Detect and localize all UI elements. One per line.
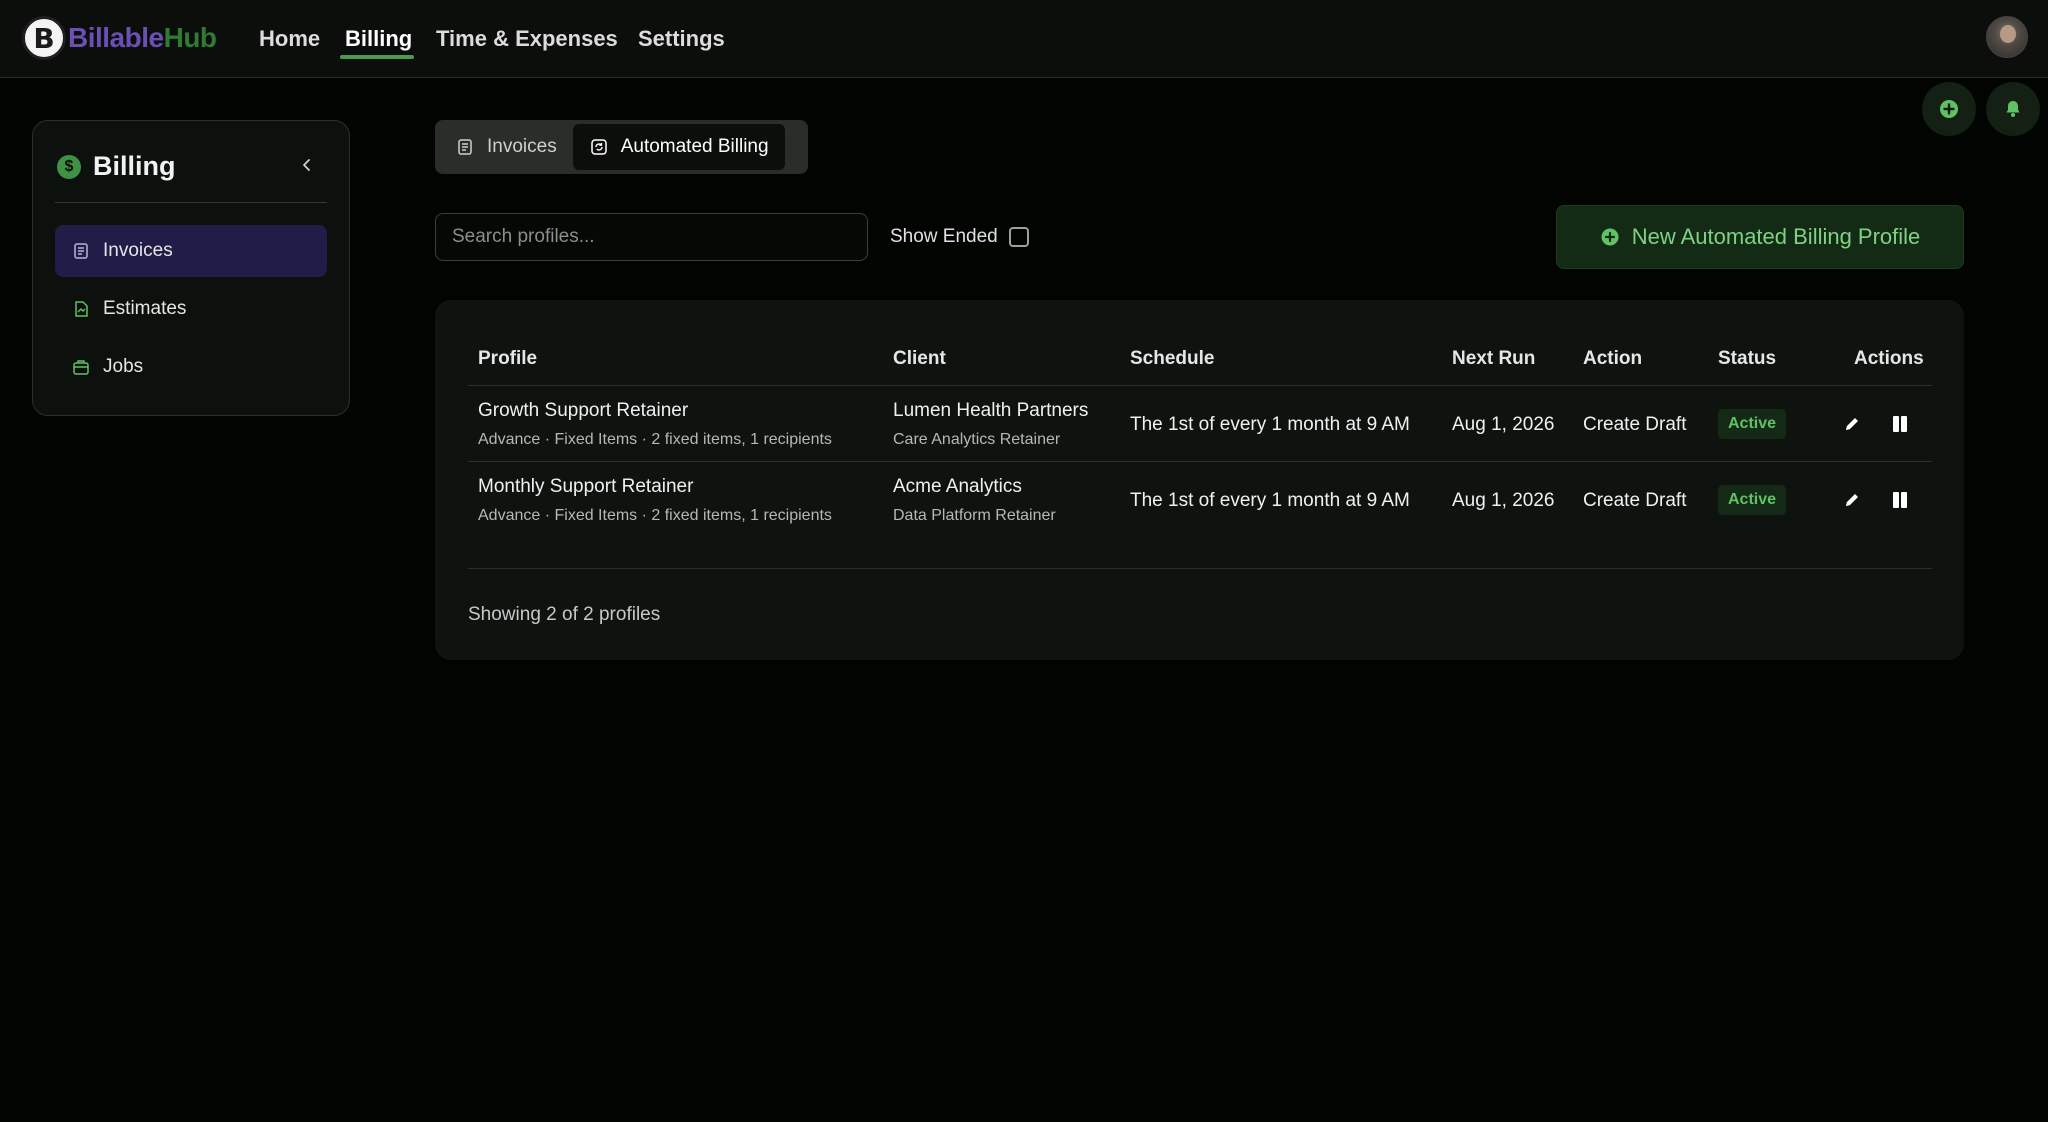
profile-details: Advance · Fixed Items · 2 fixed items, 1… xyxy=(478,431,832,448)
column-header-next-run: Next Run xyxy=(1452,348,1536,369)
next-run-date: Aug 1, 2026 xyxy=(1452,490,1555,511)
search-profiles-input[interactable] xyxy=(435,213,868,261)
notifications-button[interactable] xyxy=(1986,82,2040,136)
new-button-label: New Automated Billing Profile xyxy=(1631,224,1921,249)
column-header-status: Status xyxy=(1718,348,1777,369)
column-header-action: Action xyxy=(1583,348,1643,369)
pause-icon xyxy=(1893,492,1907,508)
sidebar-header: $ Billing xyxy=(57,151,176,182)
show-ended-checkbox[interactable] xyxy=(1009,227,1029,247)
dollar-icon: $ xyxy=(57,154,81,179)
table-footer-count: Showing 2 of 2 profiles xyxy=(468,604,661,625)
action-type: Create Draft xyxy=(1583,490,1687,511)
tab-label: Automated Billing xyxy=(620,136,769,157)
row-divider xyxy=(468,461,1932,462)
nav-active-indicator xyxy=(340,55,414,59)
edit-button[interactable] xyxy=(1841,413,1863,435)
header-divider xyxy=(468,385,1932,386)
pencil-icon xyxy=(1846,418,1858,430)
invoice-icon xyxy=(71,241,91,261)
new-automated-billing-profile-button[interactable]: New Automated Billing Profile xyxy=(1556,205,1964,269)
sidebar-item-invoices[interactable]: Invoices xyxy=(55,225,327,277)
pencil-icon xyxy=(1846,494,1858,506)
logo-letter: B xyxy=(33,21,55,55)
table-footer-divider xyxy=(468,568,1932,569)
chevron-left-icon xyxy=(303,159,310,171)
action-type: Create Draft xyxy=(1583,414,1687,435)
nav-time-expenses[interactable]: Time & Expenses xyxy=(436,26,618,52)
schedule-text: The 1st of every 1 month at 9 AM xyxy=(1130,414,1410,435)
profile-name[interactable]: Monthly Support Retainer xyxy=(478,476,693,498)
status-badge: Active xyxy=(1718,409,1787,439)
profile-name[interactable]: Growth Support Retainer xyxy=(478,400,688,422)
plus-circle-icon xyxy=(1940,100,1958,118)
client-name: Lumen Health Partners xyxy=(893,400,1089,421)
column-header-client: Client xyxy=(893,348,946,369)
nav-home[interactable]: Home xyxy=(259,26,320,52)
next-run-date: Aug 1, 2026 xyxy=(1452,414,1555,435)
pause-button[interactable] xyxy=(1889,489,1911,511)
briefcase-icon xyxy=(71,357,91,377)
tab-label: Invoices xyxy=(487,136,557,157)
collapse-sidebar-button[interactable] xyxy=(295,153,319,177)
sidebar-item-label: Estimates xyxy=(103,298,187,319)
quick-add-button[interactable] xyxy=(1922,82,1976,136)
refresh-icon xyxy=(589,137,609,157)
sidebar-item-label: Invoices xyxy=(103,240,173,261)
profile-details: Advance · Fixed Items · 2 fixed items, 1… xyxy=(478,507,832,524)
show-ended-label: Show Ended xyxy=(890,226,998,247)
sidebar-divider xyxy=(55,202,327,203)
estimate-icon xyxy=(71,299,91,319)
logo-text-part1: Billable xyxy=(68,22,164,53)
edit-button[interactable] xyxy=(1841,489,1863,511)
column-header-actions: Actions xyxy=(1854,348,1924,369)
tab-automated-billing[interactable]: Automated Billing xyxy=(572,124,785,170)
sidebar-item-jobs[interactable]: Jobs xyxy=(55,341,327,393)
logo-mark: B xyxy=(22,16,66,60)
logo-text: BillableHub xyxy=(68,22,217,54)
billing-tabs: Invoices Automated Billing xyxy=(435,120,808,174)
status-badge: Active xyxy=(1718,485,1787,515)
billing-sidebar: $ Billing Invoices Estimates Jobs xyxy=(32,120,350,416)
pause-button[interactable] xyxy=(1889,413,1911,435)
client-name: Acme Analytics xyxy=(893,476,1022,497)
invoice-icon xyxy=(455,137,475,157)
bell-icon xyxy=(2006,101,2020,117)
client-project: Care Analytics Retainer xyxy=(893,431,1061,448)
column-header-profile: Profile xyxy=(478,348,538,369)
tab-invoices[interactable]: Invoices xyxy=(439,124,573,170)
app-logo[interactable]: B BillableHub xyxy=(22,16,217,60)
plus-circle-icon xyxy=(1601,228,1619,246)
sidebar-title: Billing xyxy=(93,151,176,181)
nav-billing[interactable]: Billing xyxy=(345,26,412,52)
logo-text-part2: Hub xyxy=(163,22,217,53)
sidebar-item-estimates[interactable]: Estimates xyxy=(55,283,327,335)
column-header-schedule: Schedule xyxy=(1130,348,1215,369)
user-avatar[interactable] xyxy=(1986,16,2028,58)
client-project: Data Platform Retainer xyxy=(893,507,1056,524)
nav-settings[interactable]: Settings xyxy=(638,26,725,52)
sidebar-item-label: Jobs xyxy=(103,356,144,377)
pause-icon xyxy=(1893,416,1907,432)
top-navigation-bar: B BillableHub Home Billing Time & Expens… xyxy=(0,0,2048,78)
schedule-text: The 1st of every 1 month at 9 AM xyxy=(1130,490,1410,511)
